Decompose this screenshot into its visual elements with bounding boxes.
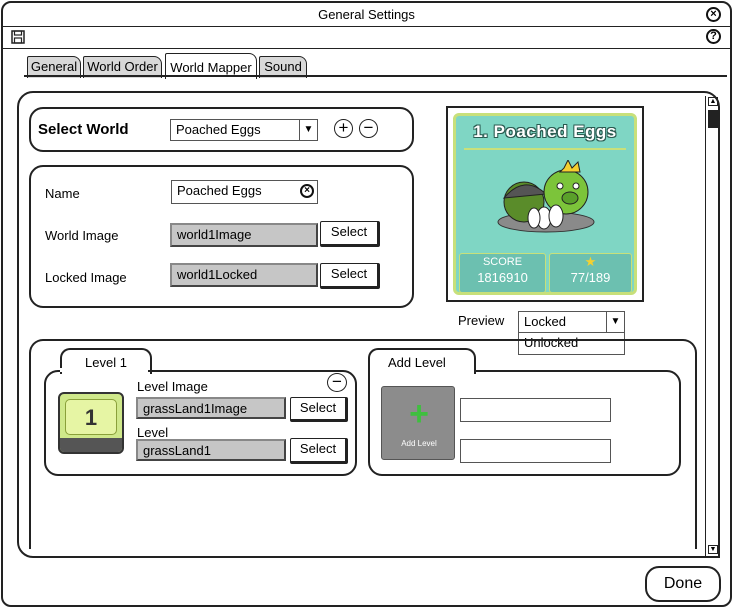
- world-image-field[interactable]: world1Image: [170, 223, 318, 247]
- tab-divider: [24, 75, 727, 77]
- locked-image-select-button[interactable]: Select: [320, 263, 380, 289]
- level-image-label: Level Image: [137, 379, 208, 394]
- world-select[interactable]: Poached Eggs ▼: [170, 119, 318, 141]
- name-input-value: Poached Eggs: [177, 183, 262, 198]
- scroll-up-icon[interactable]: ▲: [708, 97, 718, 106]
- vertical-scrollbar[interactable]: ▲ ▼: [705, 96, 719, 557]
- preview-card-title: 1. Poached Eggs: [473, 122, 617, 141]
- locked-image-label: Locked Image: [45, 270, 127, 285]
- save-icon[interactable]: [11, 30, 25, 44]
- done-button[interactable]: Done: [645, 566, 721, 602]
- title-underline: [464, 148, 626, 150]
- preview-card: 1. Poached Eggs SCORE 1816910 ★ 77/189: [453, 113, 637, 295]
- stars-box: ★ 77/189: [549, 253, 632, 293]
- plus-icon: +: [409, 395, 429, 433]
- remove-level-button[interactable]: −: [327, 373, 347, 392]
- preview-select-value: Locked: [524, 314, 566, 329]
- level-label: Level: [137, 425, 169, 440]
- star-icon: ★: [584, 254, 597, 269]
- chevron-down-icon[interactable]: ▼: [606, 312, 624, 332]
- world-preview-image: 1. Poached Eggs SCORE 1816910 ★ 77/189: [446, 106, 644, 302]
- tab-gap: [370, 368, 474, 372]
- world-select-value: Poached Eggs: [176, 122, 261, 137]
- remove-world-button[interactable]: −: [359, 119, 378, 138]
- preview-label: Preview: [458, 313, 505, 328]
- level-image-field[interactable]: grassLand1Image: [136, 397, 286, 419]
- chevron-down-icon[interactable]: ▼: [299, 120, 317, 140]
- level-field[interactable]: grassLand1: [136, 439, 286, 461]
- scroll-down-icon[interactable]: ▼: [708, 545, 718, 554]
- add-world-button[interactable]: +: [334, 119, 353, 138]
- pig-icon: [497, 160, 595, 233]
- toolbar: ?: [3, 27, 730, 49]
- level-tile-image: 1: [58, 392, 124, 454]
- add-level-tile[interactable]: + Add Level: [381, 386, 455, 460]
- preview-select[interactable]: Locked ▼: [518, 311, 625, 333]
- add-level-image-field[interactable]: [460, 398, 611, 422]
- world-image-label: World Image: [45, 228, 119, 243]
- scroll-thumb[interactable]: [708, 110, 718, 128]
- name-label: Name: [45, 186, 80, 201]
- tab-gap: [60, 368, 148, 372]
- level-tile-number: 1: [65, 399, 117, 435]
- help-icon[interactable]: ?: [706, 29, 721, 44]
- close-icon[interactable]: ×: [706, 7, 721, 22]
- add-level-caption: Add Level: [401, 439, 437, 448]
- level-select-button[interactable]: Select: [290, 438, 348, 464]
- select-world-label: Select World: [38, 121, 129, 138]
- clear-icon[interactable]: ×: [300, 184, 314, 198]
- level-image-select-button[interactable]: Select: [290, 397, 348, 422]
- score-box: SCORE 1816910: [459, 253, 546, 293]
- score-label: SCORE: [482, 256, 523, 268]
- add-level-name-field[interactable]: [460, 439, 611, 463]
- score-value: 1816910: [477, 270, 528, 285]
- locked-image-field[interactable]: world1Locked: [170, 263, 318, 287]
- title-bar: General Settings ×: [3, 3, 730, 27]
- world-image-select-button[interactable]: Select: [320, 221, 380, 247]
- level-tile-base: [60, 438, 122, 452]
- window-title: General Settings: [318, 7, 415, 22]
- name-input[interactable]: Poached Eggs ×: [171, 180, 318, 204]
- stars-value: 77/189: [570, 270, 611, 285]
